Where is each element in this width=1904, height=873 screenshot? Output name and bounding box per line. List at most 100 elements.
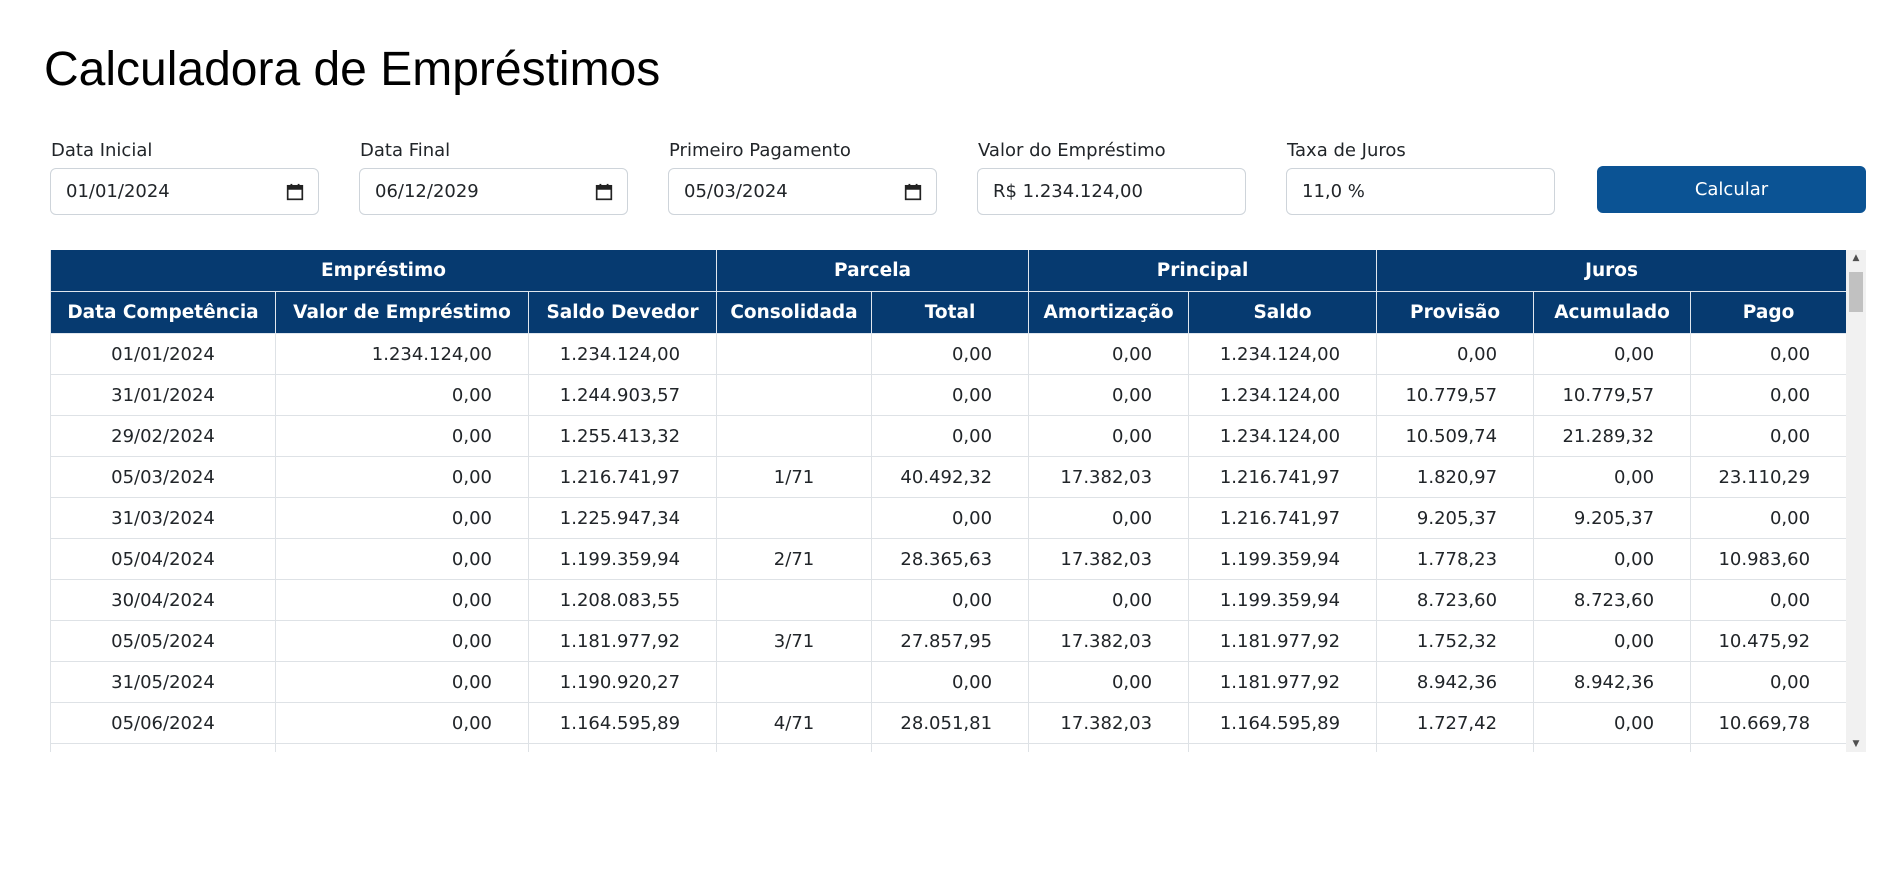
column-header: Total (871, 291, 1030, 334)
interest-rate-value: 11,0 % (1302, 181, 1365, 202)
table-cell: 10.779,57 (1533, 374, 1692, 416)
table-cell: 0,00 (275, 456, 529, 498)
group-header: Parcela (716, 250, 1030, 292)
table-cell: 0,00 (1028, 374, 1190, 416)
table-cell: 0,00 (871, 333, 1030, 375)
calendar-icon[interactable] (286, 183, 304, 201)
first-payment-value: 05/03/2024 (684, 181, 788, 202)
table-cell: 0,00 (1028, 497, 1190, 539)
start-date-input[interactable]: 01/01/2024 (50, 168, 319, 215)
scroll-down-icon[interactable]: ▼ (1846, 736, 1866, 752)
table-cell: 1.164.595,89 (527, 702, 718, 744)
table-cell: 1.778,23 (1376, 538, 1535, 580)
group-header: Juros (1376, 250, 1848, 292)
table-cell: 1.727,42 (1376, 702, 1535, 744)
table-cell: 30/04/2024 (50, 579, 276, 621)
table-cell: 10.475,92 (1690, 620, 1848, 662)
table-cell: 10.983,60 (1690, 538, 1848, 580)
table-cell: 1.234.124,00 (1188, 415, 1378, 457)
table-cell: 2/71 (716, 538, 873, 580)
page-title: Calculadora de Empréstimos (44, 43, 661, 96)
table-cell: 9.205,37 (1376, 497, 1535, 539)
loan-amount-input[interactable]: R$ 1.234.124,00 (977, 168, 1246, 215)
table-cell: 0,00 (275, 538, 529, 580)
column-header: Saldo Devedor (527, 291, 718, 334)
table-cell: 1.234.124,00 (1188, 333, 1378, 375)
table-cell: 05/05/2024 (50, 620, 276, 662)
table-cell: 1.244.903,57 (527, 374, 718, 416)
table-cell: 17.382,03 (1028, 456, 1190, 498)
table-cell (871, 743, 1030, 752)
table-cell: 0,00 (1028, 661, 1190, 703)
table-cell (716, 497, 873, 539)
table-cell: 05/06/2024 (50, 702, 276, 744)
interest-rate-field: Taxa de Juros 11,0 % (1286, 140, 1555, 215)
table-cell: 1.225.947,34 (527, 497, 718, 539)
table-cell: 0,00 (275, 497, 529, 539)
table-cell: 1.181.977,92 (1188, 661, 1378, 703)
calendar-icon[interactable] (595, 183, 613, 201)
loan-form: Data Inicial 01/01/2024 Data Final 06/12… (50, 140, 1866, 215)
table-cell: 23.110,29 (1690, 456, 1848, 498)
table-cell: 0,00 (1533, 702, 1692, 744)
table-cell (1028, 743, 1190, 752)
table-cell: 0,00 (1533, 620, 1692, 662)
table-cell: 1.216.741,97 (527, 456, 718, 498)
start-date-value: 01/01/2024 (66, 181, 170, 202)
table-cell: 1.234.124,00 (1188, 374, 1378, 416)
group-header: Principal (1028, 250, 1378, 292)
table-cell: 31/05/2024 (50, 661, 276, 703)
table-row: 05/05/2024 0,00 1.181.977,92 3/71 27.857,95 1… (50, 620, 1848, 662)
table-cell: 1.199.359,94 (1188, 579, 1378, 621)
table-cell: 31/01/2024 (50, 374, 276, 416)
start-date-field: Data Inicial 01/01/2024 (50, 140, 319, 215)
scroll-thumb[interactable] (1849, 272, 1863, 312)
table-cell: 0,00 (275, 620, 529, 662)
table-cell: 0,00 (871, 497, 1030, 539)
table-cell (716, 579, 873, 621)
table-cell: 21.289,32 (1533, 415, 1692, 457)
table-cell: 17.382,03 (1028, 538, 1190, 580)
interest-rate-input[interactable]: 11,0 % (1286, 168, 1555, 215)
table-cell: 1.820,97 (1376, 456, 1535, 498)
table-cell: 10.779,57 (1376, 374, 1535, 416)
first-payment-input[interactable]: 05/03/2024 (668, 168, 937, 215)
table-cell: 1.752,32 (1376, 620, 1535, 662)
table-cell: 05/03/2024 (50, 456, 276, 498)
table-cell: 1.208.083,55 (527, 579, 718, 621)
table-cell: 1.216.741,97 (1188, 497, 1378, 539)
start-date-label: Data Inicial (51, 140, 153, 161)
table-cell: 28.051,81 (871, 702, 1030, 744)
loan-amount-value: R$ 1.234.124,00 (993, 181, 1143, 202)
loan-amount-field: Valor do Empréstimo R$ 1.234.124,00 (977, 140, 1246, 215)
table-cell: 9.205,37 (1533, 497, 1692, 539)
table-row: 01/01/2024 1.234.124,00 1.234.124,00 0,00 0,… (50, 333, 1848, 375)
column-header: Provisão (1376, 291, 1535, 334)
calculate-button[interactable]: Calcular (1597, 166, 1866, 213)
table-cell: 0,00 (871, 579, 1030, 621)
column-header: Pago (1690, 291, 1848, 334)
table-cell (716, 415, 873, 457)
end-date-field: Data Final 06/12/2029 (359, 140, 628, 215)
table-row: 05/04/2024 0,00 1.199.359,94 2/71 28.365,63 1… (50, 538, 1848, 580)
table-cell: 0,00 (871, 661, 1030, 703)
first-payment-label: Primeiro Pagamento (669, 140, 851, 161)
table-cell: 1.181.977,92 (527, 620, 718, 662)
end-date-value: 06/12/2029 (375, 181, 479, 202)
table-cell: 8.723,60 (1533, 579, 1692, 621)
table-cell: 1.255.413,32 (527, 415, 718, 457)
table-cell: 0,00 (1690, 661, 1848, 703)
table-cell: 31/03/2024 (50, 497, 276, 539)
amortization-table-container[interactable]: Empréstimo Parcela Principal Juros Data … (50, 250, 1866, 752)
scroll-up-icon[interactable]: ▲ (1846, 250, 1866, 266)
table-cell: 1.216.741,97 (1188, 456, 1378, 498)
vertical-scrollbar[interactable]: ▲ ▼ (1846, 250, 1866, 752)
table-cell: 1.164.595,89 (1188, 702, 1378, 744)
table-row: 05/06/2024 0,00 1.164.595,89 4/71 28.051,81 1… (50, 702, 1848, 744)
table-cell: 1.199.359,94 (527, 538, 718, 580)
table-row: 31/03/2024 0,00 1.225.947,34 0,00 0,00 1.216.… (50, 497, 1848, 539)
table-cell: 8.942,36 (1533, 661, 1692, 703)
table-cell: 0,00 (1690, 579, 1848, 621)
calendar-icon[interactable] (904, 183, 922, 201)
end-date-input[interactable]: 06/12/2029 (359, 168, 628, 215)
